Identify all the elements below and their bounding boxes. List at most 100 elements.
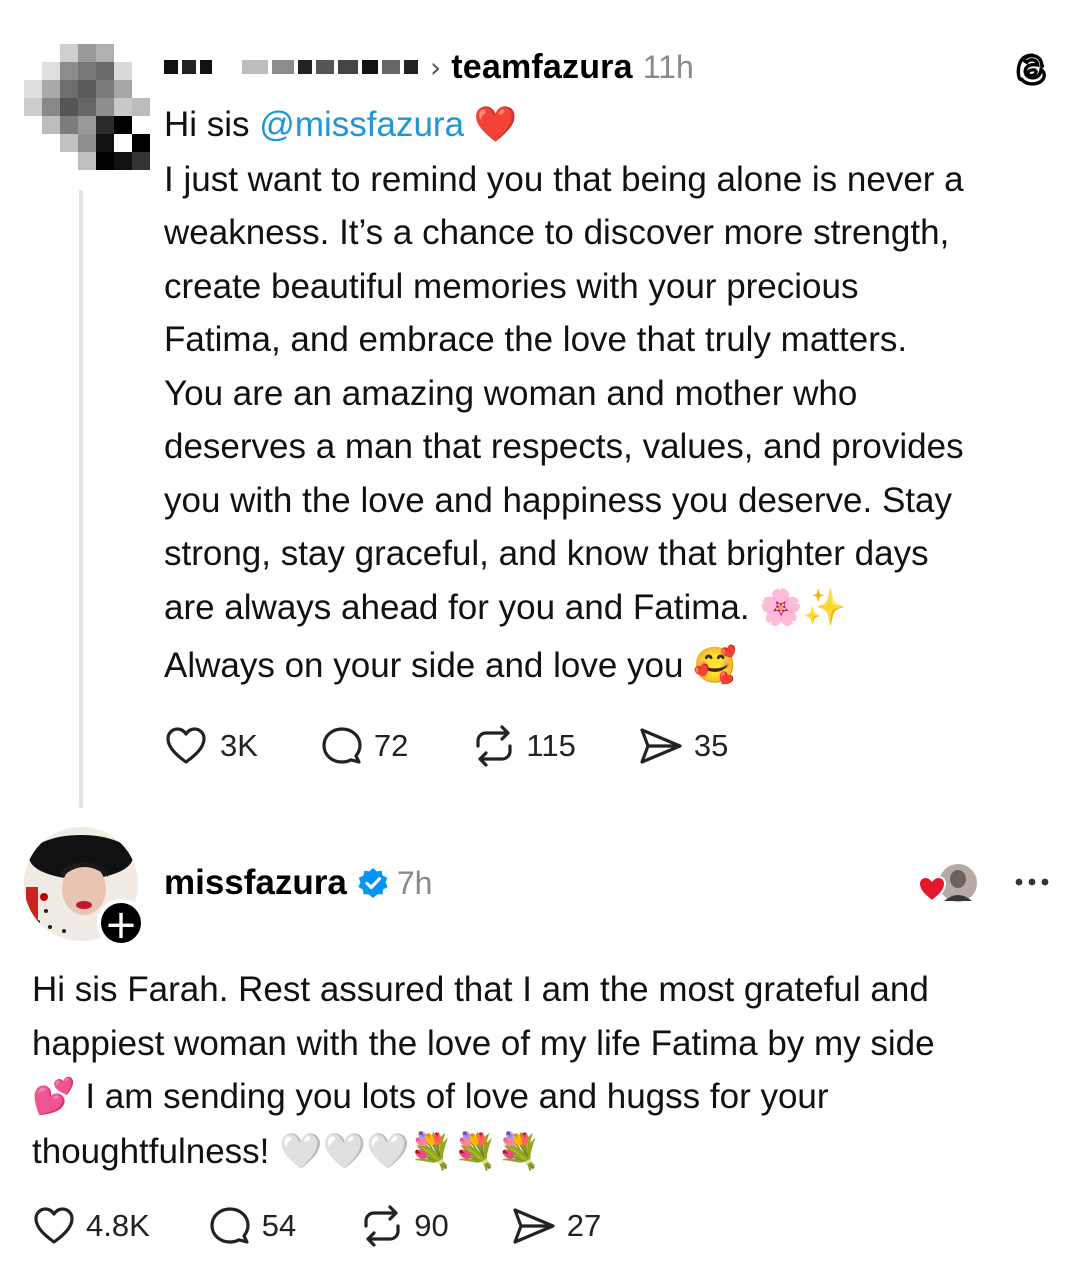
body-line: Hi sis Farah. Rest assured that I am the… <box>32 970 929 1009</box>
repost-icon <box>364 1205 400 1247</box>
hearts-bouquets-emoji: 🤍🤍🤍💐💐💐 <box>279 1131 541 1172</box>
avatar-pixel <box>60 134 78 152</box>
reply-button[interactable]: 72 <box>320 724 408 768</box>
body-line: are always ahead for you and Fatima. 🌸✨ <box>164 581 1074 636</box>
avatar-pixel <box>60 116 78 134</box>
avatar-pixel <box>96 98 114 116</box>
chevron-right-icon: › <box>430 50 442 84</box>
avatar-pixel <box>78 134 96 152</box>
avatar-pixel <box>114 116 132 134</box>
like-count: 3K <box>220 728 258 763</box>
reply-button[interactable]: 54 <box>208 1204 296 1248</box>
body-line: You are an amazing woman and mother who <box>164 373 858 413</box>
avatar-pixel <box>60 44 78 62</box>
avatar-pixel <box>132 134 150 152</box>
share-count: 27 <box>566 1208 602 1243</box>
body-line: thoughtfulness! 🤍🤍🤍💐💐💐 <box>32 1125 1062 1180</box>
avatar-pixel <box>42 98 60 116</box>
reply-to-username[interactable]: teamfazura <box>451 48 633 87</box>
like-count: 4.8K <box>86 1208 150 1243</box>
avatar-pixel <box>114 134 132 152</box>
body-line: 💕 I am sending you lots of love and hugs… <box>32 1070 1062 1125</box>
smiling-hearts-emoji: 🥰 <box>693 646 737 686</box>
body-line-text: I am sending you lots of love and hugss … <box>85 1077 829 1116</box>
verified-badge-icon <box>358 868 388 898</box>
closing-line: Always on your side and love you 🥰 <box>164 639 1074 694</box>
mention-link[interactable]: @missfazura <box>259 105 464 144</box>
avatar-pixel <box>132 98 150 116</box>
post-body: Hi sis Farah. Rest assured that I am the… <box>32 963 1062 1179</box>
post-username[interactable]: missfazura <box>164 863 347 903</box>
like-button[interactable]: 3K <box>164 724 258 768</box>
avatar-pixel <box>96 116 114 134</box>
comment-icon <box>210 1207 250 1244</box>
avatar-pixel <box>114 98 132 116</box>
avatar-pixel <box>60 80 78 98</box>
liked-by-author-icon[interactable] <box>918 861 980 905</box>
avatar-pixel <box>60 98 78 116</box>
avatar-pixel <box>78 98 96 116</box>
avatar-pixel <box>78 44 96 62</box>
share-count: 35 <box>693 728 729 763</box>
body-line-text: are always ahead for you and Fatima. <box>164 587 750 627</box>
avatar-pixel <box>42 62 60 80</box>
send-icon <box>513 1208 555 1244</box>
avatar-pixel <box>132 152 150 170</box>
avatar-pixel <box>96 80 114 98</box>
post-time: 11h <box>642 48 694 85</box>
avatar-pixel <box>78 152 96 170</box>
share-button[interactable]: 35 <box>638 724 728 768</box>
avatar-pixel <box>78 116 96 134</box>
repost-icon <box>476 725 513 767</box>
avatar-pixel <box>78 80 96 98</box>
repost-count: 90 <box>414 1208 449 1243</box>
avatar-pixel <box>96 62 114 80</box>
redacted-username <box>164 60 422 74</box>
avatar-pixel <box>96 134 114 152</box>
heart-icon <box>166 727 206 764</box>
body-line: deserves a man that respects, values, an… <box>164 427 964 466</box>
repost-button[interactable]: 115 <box>470 724 576 768</box>
blossom-sparkles-emoji: 🌸✨ <box>759 587 847 628</box>
comment-icon <box>322 727 362 764</box>
body-line: I just want to remind you that being alo… <box>164 159 964 199</box>
avatar-pixel <box>42 80 60 98</box>
body-line: happiest woman with the love of my life … <box>32 1023 935 1063</box>
greeting-line: Hi sis @missfazura ❤️ <box>164 98 1074 153</box>
reply-count: 54 <box>261 1208 297 1243</box>
thread-connector-line <box>79 190 83 808</box>
post-header: missfazura 7h <box>164 858 432 908</box>
avatar-pixel <box>78 62 96 80</box>
body-line: Fatima, and embrace the love that truly … <box>164 320 908 359</box>
avatar-pixel <box>132 116 150 134</box>
avatar-pixel <box>114 80 132 98</box>
greeting-text: Hi sis <box>164 105 250 144</box>
follow-plus-icon[interactable]: + <box>97 899 145 947</box>
avatar-pixel <box>114 62 132 80</box>
body-line: strong, stay graceful, and know that bri… <box>164 534 929 573</box>
avatar-pixel <box>60 62 78 80</box>
avatar-pixel <box>114 152 132 170</box>
body-line: you with the love and happiness you dese… <box>164 480 952 520</box>
body-line: create beautiful memories with your prec… <box>164 266 859 306</box>
threads-logo-icon[interactable] <box>1014 48 1054 88</box>
post-body: Hi sis @missfazura ❤️ I just want to rem… <box>164 98 1074 694</box>
more-options-icon[interactable] <box>1013 868 1051 896</box>
post-actions: 3K 72 115 35 <box>164 724 728 768</box>
reply-count: 72 <box>373 728 409 763</box>
avatar-pixel <box>24 98 42 116</box>
avatar-pixel <box>42 116 60 134</box>
repost-button[interactable]: 90 <box>358 1204 449 1248</box>
post-header: › teamfazura 11h <box>164 44 694 90</box>
avatar-pixel <box>24 80 42 98</box>
send-icon <box>640 728 682 764</box>
share-button[interactable]: 27 <box>511 1204 601 1248</box>
body-line-text: thoughtfulness! <box>32 1131 270 1171</box>
heart-icon <box>34 1207 74 1244</box>
post-actions: 4.8K 54 90 27 <box>32 1204 601 1248</box>
two-hearts-emoji: 💕 <box>32 1077 76 1117</box>
like-button[interactable]: 4.8K <box>32 1204 150 1248</box>
avatar-redacted[interactable] <box>24 44 150 170</box>
post-time: 7h <box>396 864 433 901</box>
closing-text: Always on your side and love you <box>164 646 684 685</box>
